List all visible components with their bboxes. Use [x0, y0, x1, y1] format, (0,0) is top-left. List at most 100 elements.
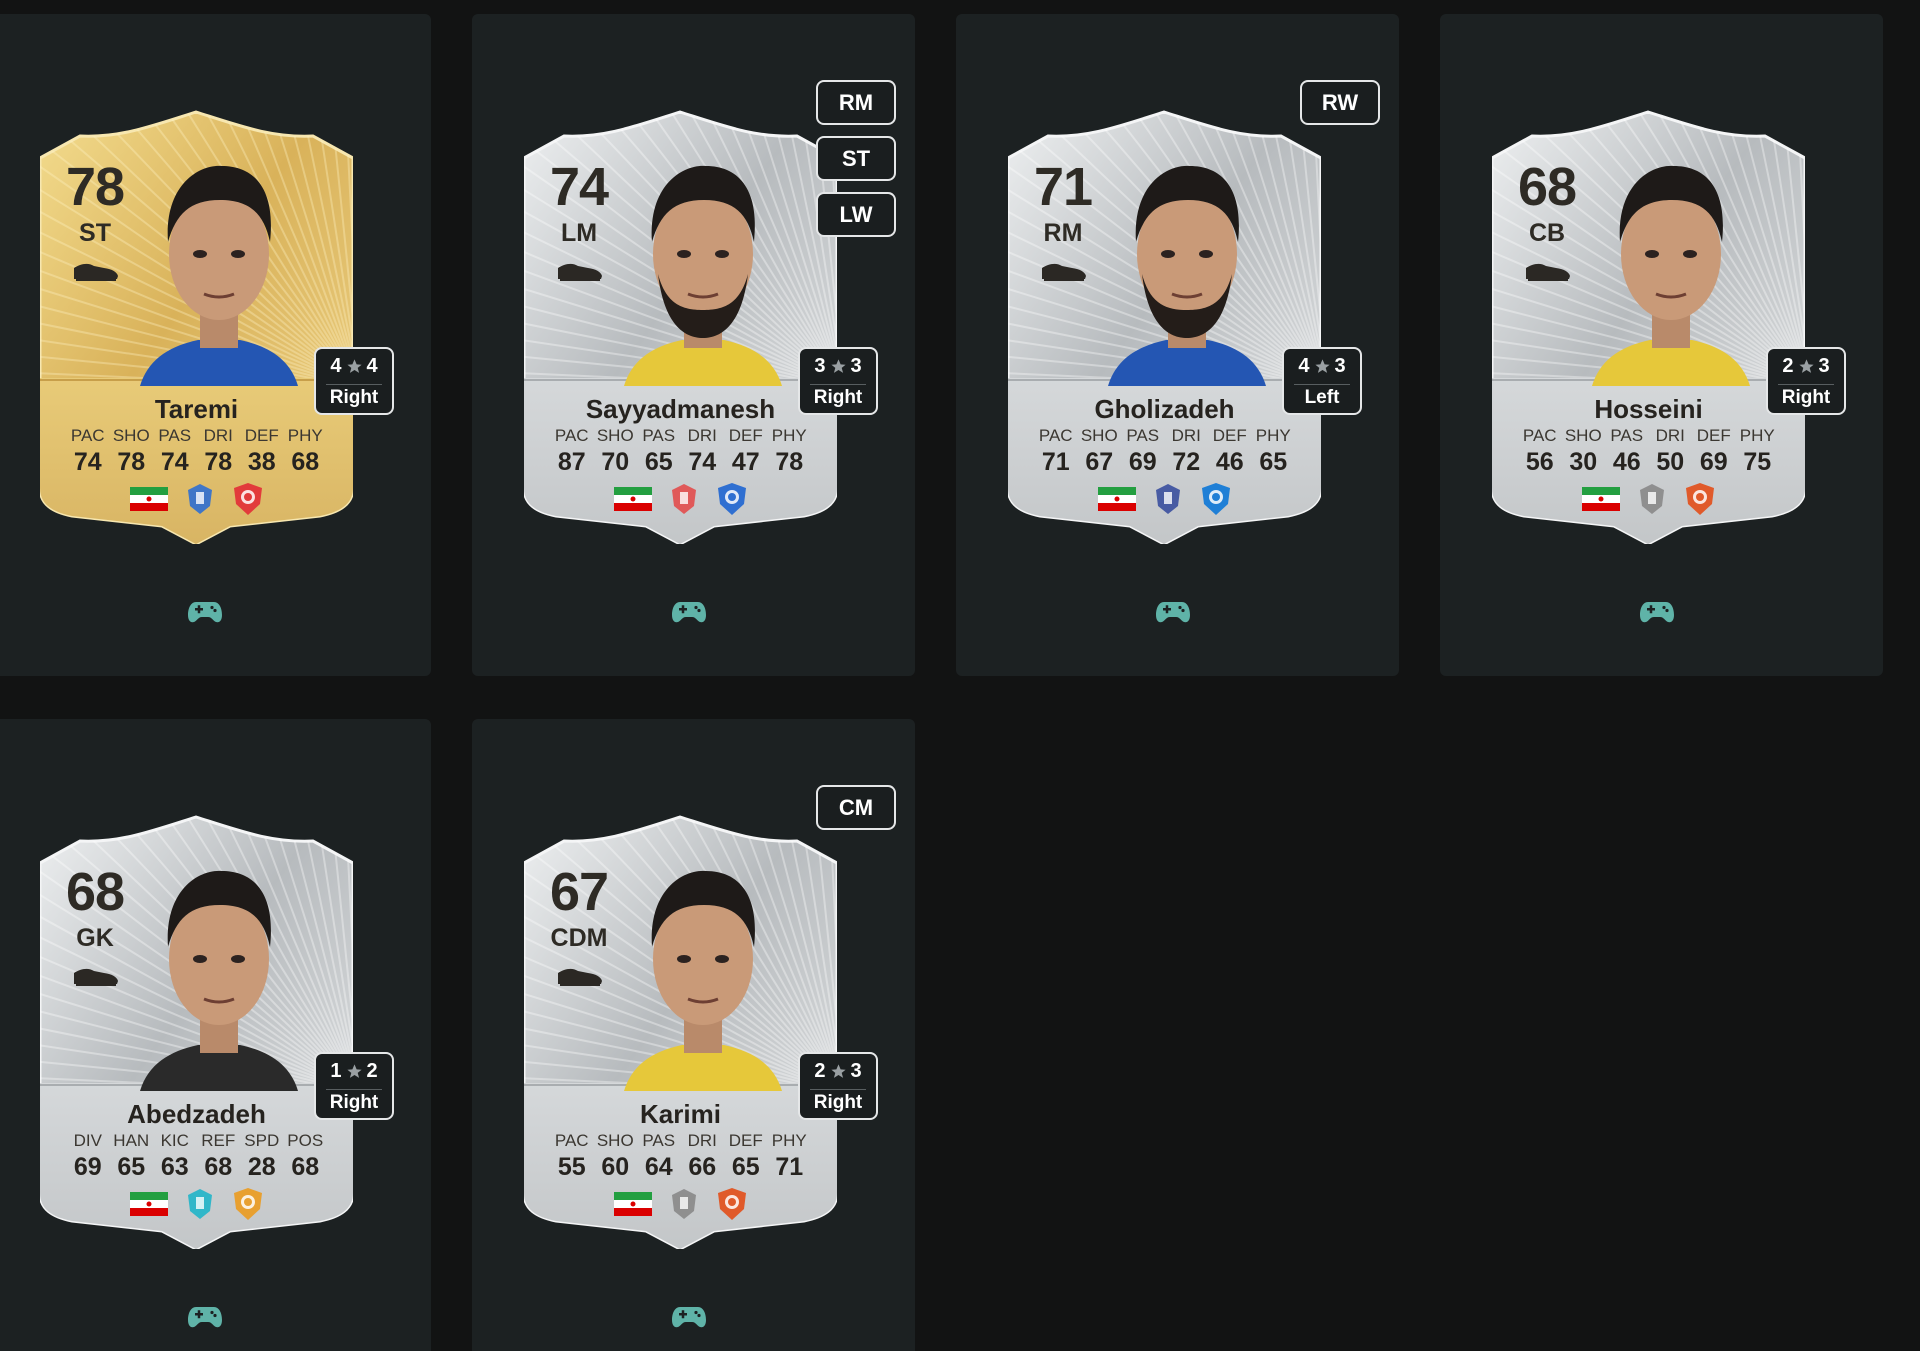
- boot-icon: [74, 263, 118, 281]
- stat-label: PHY: [287, 426, 323, 445]
- divider: [1778, 384, 1834, 385]
- stat-label: DRI: [203, 426, 233, 445]
- stat-labels: PAC SHO PAS DRI DEF PHY: [1034, 426, 1295, 446]
- skill-weakfoot-row: 23: [800, 1060, 876, 1083]
- stat-label: PAS: [642, 1131, 676, 1150]
- card-badges: [40, 482, 353, 516]
- overall-rating: 74: [549, 157, 609, 217]
- league-badge-icon: [187, 1189, 212, 1219]
- stat-value: 55: [557, 1153, 586, 1181]
- overall-rating: 71: [1033, 157, 1093, 217]
- stat-label: REF: [201, 1131, 236, 1150]
- skills-foot-box: 2 3 Right: [798, 1052, 878, 1120]
- weak-foot: 3: [1818, 355, 1830, 377]
- stat-value: 71: [1041, 448, 1070, 476]
- stat-value: 65: [1259, 448, 1288, 476]
- player-card[interactable]: 67 CDM Karimi PAC SHO PAS DRI DEF PHY 55 60 64 66 65 7…: [524, 813, 837, 1249]
- boot-icon: [1042, 263, 1086, 281]
- stat-value: 65: [117, 1153, 146, 1181]
- stat-value: 46: [1612, 448, 1641, 476]
- stat-label: SHO: [1564, 426, 1602, 445]
- stat-value: 78: [117, 448, 146, 476]
- league-badge-icon: [671, 484, 696, 514]
- stat-value: 28: [247, 1153, 276, 1181]
- league-badge-icon: [1639, 484, 1664, 514]
- position-label: RM: [1043, 219, 1083, 247]
- stat-value: 74: [160, 448, 189, 476]
- player-card[interactable]: 68 CB Hosseini PAC SHO PAS DRI DEF PHY 56 30 46 50 69…: [1492, 108, 1805, 544]
- position-label: LM: [560, 219, 598, 247]
- alt-positions: RW: [1300, 80, 1380, 125]
- stat-values: 55 60 64 66 65 71: [550, 1153, 811, 1182]
- card-badges: [40, 1187, 353, 1221]
- overall-rating: 68: [1517, 157, 1577, 217]
- player-slot[interactable]: 68 GK Abedzadeh DIV HAN KIC REF SPD POS 69 65 63 68 2…: [0, 719, 431, 1351]
- stat-values: 87 70 65 74 47 78: [550, 448, 811, 477]
- stat-label: SHO: [596, 1131, 634, 1150]
- gamepad-icon[interactable]: [1640, 598, 1674, 624]
- boot-icon: [1526, 263, 1570, 281]
- player-name: Gholizadeh: [1094, 394, 1235, 424]
- position-label: CDM: [550, 924, 608, 952]
- stat-value: 72: [1172, 448, 1201, 476]
- gamepad-icon[interactable]: [1156, 598, 1190, 624]
- player-card[interactable]: 74 LM Sayyadmanesh PAC SHO PAS DRI DEF PHY 87 70 65…: [524, 108, 837, 544]
- skill-weakfoot-row: 43: [1284, 355, 1360, 378]
- skill-moves: 4: [1298, 355, 1310, 377]
- stat-label: PAC: [70, 426, 105, 445]
- player-photo: [140, 870, 298, 1091]
- stat-values: 69 65 63 68 28 68: [66, 1153, 327, 1182]
- stat-label: DRI: [1171, 426, 1201, 445]
- stat-label: PHY: [1255, 426, 1291, 445]
- stat-label: PAC: [1038, 426, 1073, 445]
- player-card[interactable]: 78 ST Taremi PAC SHO PAS DRI DEF PHY 74 78 74 78 38 68: [40, 108, 353, 544]
- divider: [1294, 384, 1350, 385]
- alt-positions: CM: [816, 785, 896, 830]
- club-crest-icon: [233, 483, 262, 515]
- divider: [326, 1089, 382, 1090]
- player-card[interactable]: 68 GK Abedzadeh DIV HAN KIC REF SPD POS 69 65 63 68 2…: [40, 813, 353, 1249]
- stat-label: DEF: [244, 426, 279, 445]
- gamepad-icon[interactable]: [188, 1303, 222, 1329]
- alt-positions: RM ST LW: [816, 80, 896, 237]
- player-slot[interactable]: 67 CDM Karimi PAC SHO PAS DRI DEF PHY 55 60 64 66 65 7…: [472, 719, 915, 1351]
- player-card[interactable]: 71 RM Gholizadeh PAC SHO PAS DRI DEF PHY 71 67 69 72…: [1008, 108, 1321, 544]
- club-crest-icon: [717, 483, 746, 515]
- gamepad-icon[interactable]: [672, 598, 706, 624]
- player-slot[interactable]: 78 ST Taremi PAC SHO PAS DRI DEF PHY 74 78 74 78 38 68…: [0, 14, 431, 676]
- player-photo: [624, 165, 782, 386]
- skill-weakfoot-row: 44: [316, 355, 392, 378]
- iran-flag-icon: [613, 487, 652, 511]
- stat-label: PAS: [1610, 426, 1644, 445]
- player-photo: [1108, 165, 1266, 386]
- stat-label: SHO: [596, 426, 634, 445]
- player-slot[interactable]: 74 LM Sayyadmanesh PAC SHO PAS DRI DEF PHY 87 70 65…: [472, 14, 915, 676]
- stat-value: 63: [160, 1153, 189, 1181]
- player-name: Abedzadeh: [127, 1099, 266, 1129]
- player-photo: [624, 870, 782, 1091]
- weak-foot: 3: [850, 355, 862, 377]
- stat-label: DRI: [687, 1131, 717, 1150]
- player-slot[interactable]: 71 RM Gholizadeh PAC SHO PAS DRI DEF PHY 71 67 69 72…: [956, 14, 1399, 676]
- skill-moves: 2: [1782, 355, 1794, 377]
- skill-weakfoot-row: 23: [1768, 355, 1844, 378]
- player-slot[interactable]: 68 CB Hosseini PAC SHO PAS DRI DEF PHY 56 30 46 50 69…: [1440, 14, 1883, 676]
- stat-label: DEF: [1212, 426, 1247, 445]
- divider: [810, 1089, 866, 1090]
- card-badges: [1492, 482, 1805, 516]
- stat-label: DRI: [687, 426, 717, 445]
- stat-label: DRI: [1655, 426, 1685, 445]
- gamepad-icon[interactable]: [188, 598, 222, 624]
- star-icon: [346, 359, 362, 373]
- overall-rating: 68: [65, 862, 125, 922]
- stat-value: 67: [1085, 448, 1114, 476]
- divider: [326, 384, 382, 385]
- iran-flag-icon: [1097, 487, 1136, 511]
- iran-flag-icon: [129, 487, 168, 511]
- club-crest-icon: [1685, 483, 1714, 515]
- stat-labels: DIV HAN KIC REF SPD POS: [66, 1131, 327, 1151]
- preferred-foot: Right: [329, 387, 379, 408]
- gamepad-icon[interactable]: [672, 1303, 706, 1329]
- club-crest-icon: [233, 1188, 262, 1220]
- stat-label: SHO: [112, 426, 150, 445]
